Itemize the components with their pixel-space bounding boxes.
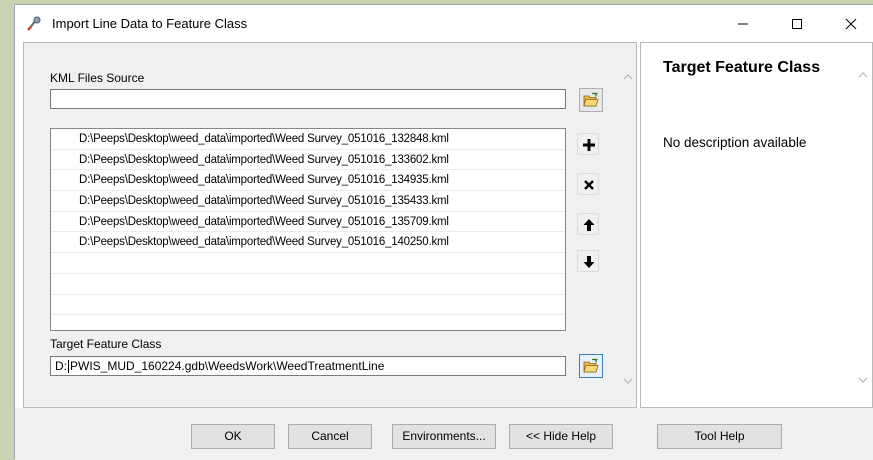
title-bar[interactable]: Import Line Data to Feature Class bbox=[15, 5, 873, 42]
open-folder-icon bbox=[583, 92, 599, 107]
cancel-button[interactable]: Cancel bbox=[288, 424, 372, 449]
empty-list-row bbox=[51, 253, 565, 274]
close-icon bbox=[845, 18, 857, 30]
tool-icon bbox=[26, 16, 42, 32]
open-folder-icon bbox=[583, 358, 599, 373]
list-item[interactable]: D:\Peeps\Desktop\weed_data\imported\Weed… bbox=[51, 150, 565, 171]
help-scroll-up-icon[interactable] bbox=[858, 71, 868, 78]
add-icon bbox=[583, 139, 595, 151]
text-caret bbox=[68, 360, 69, 374]
empty-list-row bbox=[51, 295, 565, 316]
close-button[interactable] bbox=[828, 5, 873, 42]
target-path-rest: PWIS_MUD_160224.gdb\WeedsWork\WeedTreatm… bbox=[70, 359, 385, 373]
list-item[interactable]: D:\Peeps\Desktop\weed_data\imported\Weed… bbox=[51, 170, 565, 192]
list-item[interactable]: D:\Peeps\Desktop\weed_data\imported\Weed… bbox=[51, 212, 565, 233]
scroll-up-icon[interactable] bbox=[623, 73, 633, 80]
maximize-button[interactable] bbox=[774, 5, 820, 42]
help-description: No description available bbox=[663, 135, 807, 150]
ok-button[interactable]: OK bbox=[191, 424, 275, 449]
environments-button[interactable]: Environments... bbox=[392, 424, 496, 449]
empty-list-row bbox=[51, 315, 565, 330]
window-title: Import Line Data to Feature Class bbox=[52, 16, 248, 31]
dialog-window: Import Line Data to Feature Class KML Fi… bbox=[14, 4, 873, 460]
add-button[interactable] bbox=[577, 133, 599, 155]
target-feature-class-input[interactable]: D: PWIS_MUD_160224.gdb\WeedsWork\WeedTrea… bbox=[50, 356, 566, 376]
maximize-icon bbox=[792, 19, 802, 29]
kml-files-list[interactable]: D:\Peeps\Desktop\weed_data\imported\Weed… bbox=[50, 128, 566, 331]
help-title: Target Feature Class bbox=[663, 59, 821, 76]
move-up-icon bbox=[583, 219, 595, 231]
tool-help-button[interactable]: Tool Help bbox=[657, 424, 782, 449]
minimize-icon bbox=[738, 23, 748, 25]
target-feature-class-label: Target Feature Class bbox=[50, 337, 162, 351]
kml-source-label: KML Files Source bbox=[50, 71, 145, 85]
parameters-scrollbar[interactable] bbox=[620, 58, 637, 398]
list-item[interactable]: D:\Peeps\Desktop\weed_data\imported\Weed… bbox=[51, 232, 565, 254]
scroll-down-icon[interactable] bbox=[623, 378, 633, 385]
list-item[interactable]: D:\Peeps\Desktop\weed_data\imported\Weed… bbox=[51, 191, 565, 212]
move-down-button[interactable] bbox=[577, 250, 599, 272]
target-path-drive: D: bbox=[55, 359, 67, 373]
parameters-panel: KML Files Source D:\Peeps\Desktop\weed_d… bbox=[23, 42, 637, 408]
browse-kml-button[interactable] bbox=[579, 88, 603, 112]
remove-button[interactable] bbox=[577, 173, 599, 195]
move-up-button[interactable] bbox=[577, 213, 599, 235]
minimize-button[interactable] bbox=[720, 5, 766, 42]
kml-source-input[interactable] bbox=[50, 89, 566, 109]
empty-list-row bbox=[51, 274, 565, 295]
move-down-icon bbox=[583, 256, 595, 268]
list-item[interactable]: D:\Peeps\Desktop\weed_data\imported\Weed… bbox=[51, 129, 565, 150]
browse-target-button[interactable] bbox=[579, 354, 603, 378]
help-panel: Target Feature Class No description avai… bbox=[640, 42, 873, 408]
button-bar: OK Cancel Environments... << Hide Help T… bbox=[15, 408, 873, 460]
remove-icon bbox=[584, 180, 594, 190]
help-scroll-down-icon[interactable] bbox=[858, 377, 868, 384]
hide-help-button[interactable]: << Hide Help bbox=[509, 424, 613, 449]
